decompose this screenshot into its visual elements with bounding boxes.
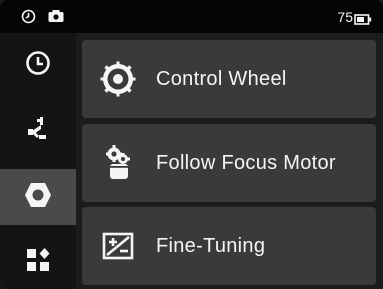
status-bar: 75 bbox=[0, 0, 383, 33]
sidebar-item-more[interactable] bbox=[0, 234, 76, 289]
menu-item-follow-focus-motor[interactable]: Follow Focus Motor bbox=[82, 124, 376, 202]
battery-icon bbox=[354, 12, 372, 30]
menu-item-fine-tuning[interactable]: Fine-Tuning bbox=[82, 207, 376, 285]
sidebar bbox=[0, 33, 76, 289]
apps-icon bbox=[25, 247, 51, 278]
clock-icon bbox=[25, 50, 51, 81]
fine-tuning-icon bbox=[94, 222, 142, 270]
focus-motor-icon bbox=[94, 139, 142, 187]
menu-item-label: Fine-Tuning bbox=[156, 234, 266, 257]
control-wheel-icon bbox=[94, 55, 142, 103]
menu-item-label: Control Wheel bbox=[156, 67, 287, 90]
battery-level: 75 bbox=[337, 9, 353, 25]
hexagon-icon bbox=[24, 182, 52, 213]
menu-item-control-wheel[interactable]: Control Wheel bbox=[82, 40, 376, 118]
clock-icon bbox=[21, 9, 36, 29]
gimbal-arm-icon bbox=[25, 116, 51, 147]
sidebar-item-stabilizer[interactable] bbox=[0, 103, 76, 159]
device-screen: 75 Control Wheel Follow Focus Motor Fine… bbox=[0, 0, 383, 289]
sidebar-item-accessories[interactable] bbox=[0, 169, 76, 225]
menu-item-label: Follow Focus Motor bbox=[156, 151, 336, 174]
sidebar-item-history[interactable] bbox=[0, 37, 76, 93]
camera-icon bbox=[48, 9, 64, 28]
